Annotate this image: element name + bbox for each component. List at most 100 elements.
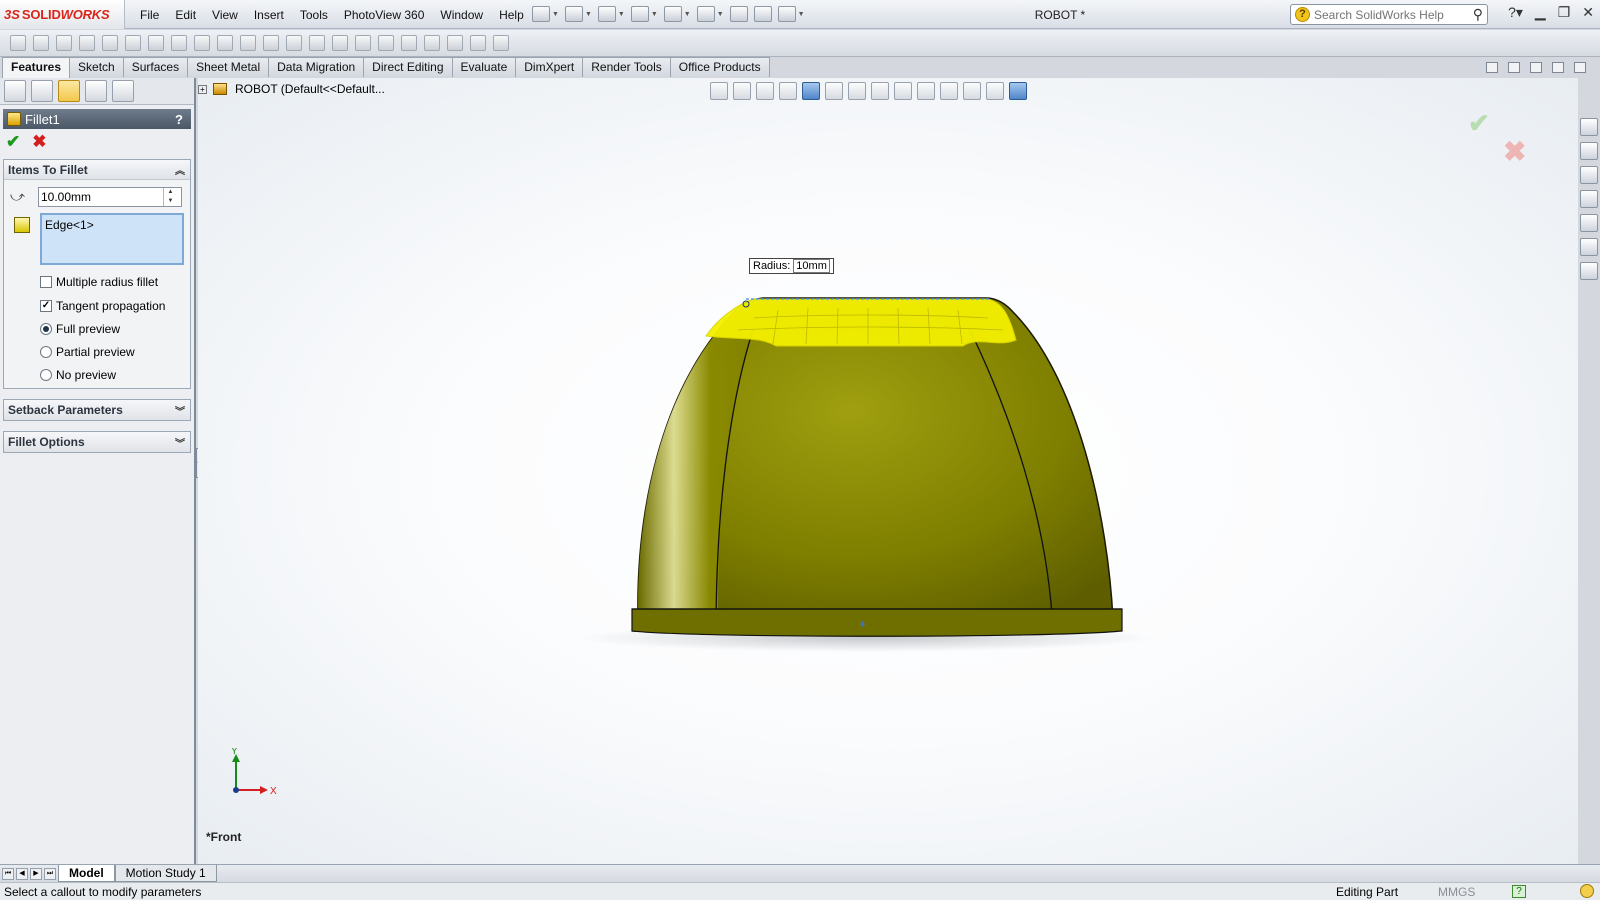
save-icon[interactable] [597,6,616,22]
tile-horizontal-icon[interactable] [1486,62,1498,73]
fillet-options-group[interactable]: Fillet Options ︾ [3,431,191,453]
save-dropdown-icon[interactable]: ▼ [618,11,625,18]
property-manager-tab-icon[interactable] [31,80,53,102]
tab-data-migration[interactable]: Data Migration [268,57,365,77]
restore-icon[interactable]: ❐ [1558,4,1571,21]
radius-callout[interactable]: Radius: 10mm [749,258,834,274]
lofted-boss-icon[interactable] [79,35,95,51]
checkbox-checked[interactable]: ✓ [40,300,52,312]
full-preview-radio[interactable]: Full preview [40,322,190,336]
boundary-cut-icon[interactable] [240,35,256,51]
dimxpert-manager-tab-icon[interactable] [85,80,107,102]
ok-checkmark-icon[interactable]: ✔ [6,132,20,152]
menu-photoview[interactable]: PhotoView 360 [336,8,433,22]
tab-motion-study-1[interactable]: Motion Study 1 [114,865,217,882]
file-properties-icon[interactable] [753,6,772,22]
tab-surfaces[interactable]: Surfaces [122,57,189,77]
display-manager-tab-icon[interactable] [112,80,134,102]
tangent-propagation-checkbox[interactable]: ✓ Tangent propagation [40,299,190,313]
unit-system[interactable]: MMGS [1438,885,1475,899]
draft-icon[interactable] [332,35,348,51]
search-input[interactable] [1314,7,1454,22]
doc-minimize-icon[interactable] [1530,62,1542,73]
rib-icon[interactable] [309,35,325,51]
tab-office-products[interactable]: Office Products [669,57,770,77]
chevron-down-icon[interactable]: ︾ [175,435,185,450]
tab-direct-editing[interactable]: Direct Editing [363,57,453,77]
mirror-icon[interactable] [424,35,440,51]
radio-unselected[interactable] [40,369,52,381]
last-tab-icon[interactable]: ⏭ [44,867,56,880]
instant3d-icon[interactable] [493,35,509,51]
menu-edit[interactable]: Edit [167,8,204,22]
undo-icon[interactable] [663,6,682,22]
swept-boss-icon[interactable] [56,35,72,51]
curves-icon[interactable] [470,35,486,51]
search-icon[interactable]: ⚲ [1473,6,1483,23]
tab-sketch[interactable]: Sketch [69,57,124,77]
tab-evaluate[interactable]: Evaluate [451,57,517,77]
menu-insert[interactable]: Insert [246,8,292,22]
doc-restore-icon[interactable] [1552,62,1564,73]
fillet-icon[interactable] [263,35,279,51]
shell-icon[interactable] [355,35,371,51]
radius-spinbox[interactable]: ▲▼ [38,187,182,207]
part-model[interactable]: + [198,78,1578,864]
menu-file[interactable]: File [132,8,167,22]
menu-help[interactable]: Help [491,8,532,22]
rebuild-icon[interactable] [729,6,748,22]
menu-view[interactable]: View [204,8,246,22]
hole-wizard-icon[interactable] [148,35,164,51]
graphics-area[interactable]: + ROBOT (Default<<Default... ✔ ✖ + Radiu… [198,78,1578,864]
view-palette-icon[interactable] [1580,214,1598,232]
tab-sheet-metal[interactable]: Sheet Metal [187,57,270,77]
reference-geometry-icon[interactable] [447,35,463,51]
open-icon[interactable] [564,6,583,22]
no-preview-radio[interactable]: No preview [40,368,190,382]
solidworks-resources-icon[interactable] [1580,118,1598,136]
callout-value[interactable]: 10mm [793,259,830,273]
swept-cut-icon[interactable] [194,35,210,51]
linear-pattern-icon[interactable] [286,35,302,51]
checkbox-unchecked[interactable] [40,276,52,288]
print-icon[interactable] [630,6,649,22]
tab-dimxpert[interactable]: DimXpert [515,57,584,77]
radio-selected[interactable] [40,323,52,335]
fillet-options-header[interactable]: Fillet Options ︾ [4,432,190,452]
edge-selection-list[interactable]: Edge<1> [40,213,184,265]
print-dropdown-icon[interactable]: ▼ [651,11,658,18]
options-dropdown-icon[interactable]: ▼ [798,11,805,18]
radius-input[interactable] [39,190,163,204]
tab-render-tools[interactable]: Render Tools [582,57,671,77]
wrap-icon[interactable] [378,35,394,51]
selected-edge-item[interactable]: Edge<1> [45,218,179,232]
first-tab-icon[interactable]: ⏮ [2,867,14,880]
items-to-fillet-header[interactable]: Items To Fillet ︽ [4,160,190,180]
search-box[interactable]: ? ⚲ [1290,4,1488,25]
configuration-manager-tab-icon[interactable] [58,80,80,102]
lofted-cut-icon[interactable] [217,35,233,51]
tile-vertical-icon[interactable] [1508,62,1520,73]
spin-arrows-icon[interactable]: ▲ ▼ [163,188,177,206]
appearances-scenes-icon[interactable] [1580,238,1598,256]
new-document-icon[interactable] [532,6,550,22]
feature-manager-tab-icon[interactable] [4,80,26,102]
quick-tips-icon[interactable]: ? [1512,885,1526,898]
custom-properties-icon[interactable] [1580,262,1598,280]
chevron-down-icon[interactable]: ︾ [175,403,185,418]
menu-tools[interactable]: Tools [292,8,336,22]
solidworks-logo[interactable]: 3S SOLIDWORKS [0,0,125,29]
menu-window[interactable]: Window [432,8,491,22]
radio-unselected[interactable] [40,346,52,358]
cancel-x-icon[interactable]: ✖ [32,132,46,152]
revolved-cut-icon[interactable] [171,35,187,51]
multiple-radius-checkbox[interactable]: Multiple radius fillet [40,275,190,289]
select-dropdown-icon[interactable]: ▼ [717,11,724,18]
search-results-icon[interactable] [1580,190,1598,208]
undo-dropdown-icon[interactable]: ▼ [684,11,691,18]
setback-parameters-group[interactable]: Setback Parameters ︾ [3,399,191,421]
help-icon[interactable]: ? [175,112,183,127]
tab-features[interactable]: Features [2,57,71,78]
doc-close-icon[interactable] [1574,62,1586,73]
design-library-icon[interactable] [1580,142,1598,160]
